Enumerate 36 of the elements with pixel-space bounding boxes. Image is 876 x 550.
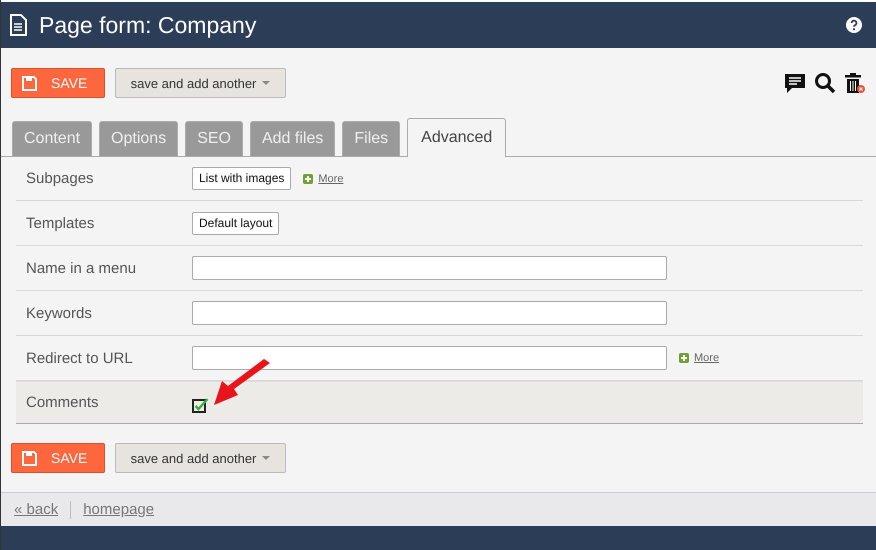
document-icon: [9, 14, 27, 36]
caret-icon: [262, 456, 270, 460]
back-link[interactable]: « back: [14, 501, 58, 518]
field-label: Name in a menu: [25, 260, 138, 276]
field-label: Subpages: [25, 170, 95, 187]
tab[interactable]: Add files: [250, 121, 336, 156]
save-button[interactable]: SAVE: [11, 68, 105, 98]
plus-icon: [679, 353, 689, 363]
tab[interactable]: SEO: [185, 121, 243, 156]
tab[interactable]: Advanced: [407, 118, 506, 157]
field-label: Comments: [25, 394, 100, 411]
plus-icon: [303, 174, 314, 184]
trash-icon[interactable]: [844, 72, 866, 94]
field-label: Keywords: [25, 304, 93, 322]
checked-checkbox[interactable]: [192, 398, 209, 413]
select-field[interactable]: List with images: [192, 167, 292, 190]
tab[interactable]: Files: [342, 121, 400, 156]
more-link[interactable]: More: [694, 352, 720, 364]
search-icon[interactable]: [814, 72, 836, 94]
field-label: Templates: [25, 214, 96, 232]
window-title: Page form: Company: [39, 12, 258, 38]
tab[interactable]: Options: [99, 121, 178, 156]
more-link[interactable]: More: [318, 172, 344, 184]
select-field[interactable]: Default layout: [192, 212, 280, 234]
save-button[interactable]: SAVE: [11, 443, 105, 473]
homepage-link[interactable]: homepage: [83, 501, 154, 518]
caret-icon: [262, 81, 270, 85]
save-and-add-another-button[interactable]: save and add another: [115, 68, 286, 98]
field-label: Redirect to URL: [25, 350, 134, 366]
input-field[interactable]: [192, 256, 667, 280]
input-field[interactable]: [192, 346, 667, 370]
save-and-add-another-button[interactable]: save and add another: [115, 443, 286, 473]
help-icon[interactable]: [846, 17, 862, 33]
comment-icon[interactable]: [784, 72, 806, 94]
input-field[interactable]: [192, 301, 667, 325]
tab[interactable]: Content: [12, 121, 92, 156]
